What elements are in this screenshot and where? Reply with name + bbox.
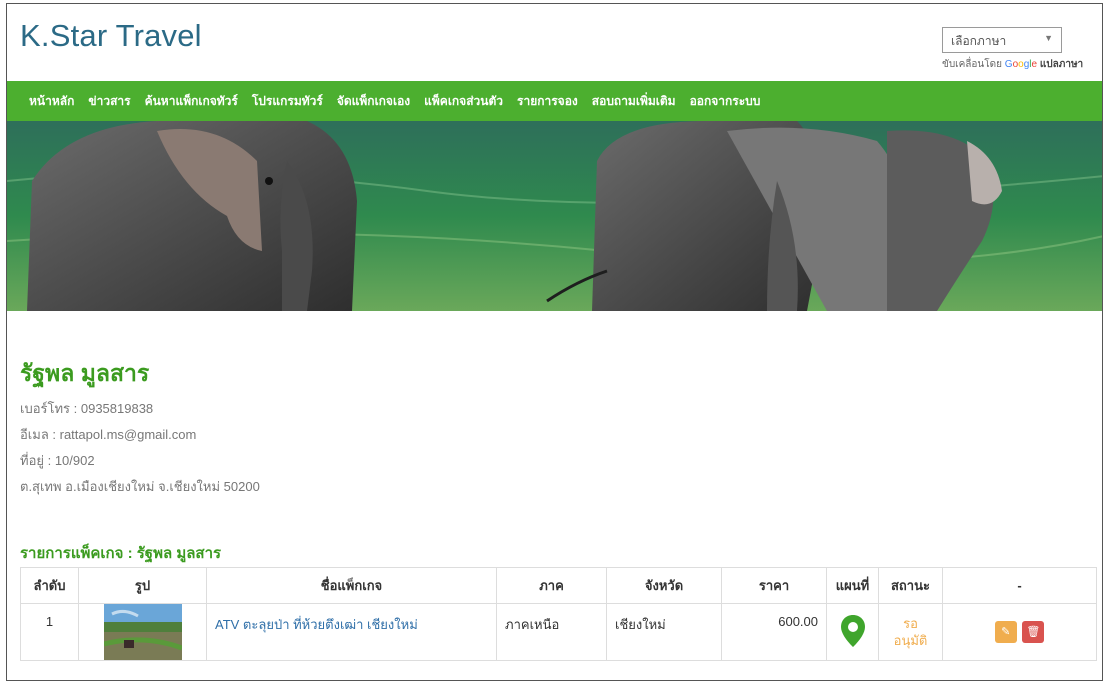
translate-link[interactable]: แปลภาษา — [1040, 59, 1083, 70]
nav-item-news[interactable]: ข่าวสาร — [88, 92, 130, 111]
package-name-link[interactable]: ATV ตะลุยป่า ที่ห้วยตึงเฒ่า เชียงใหม่ — [215, 617, 418, 632]
col-map: แผนที่ — [826, 567, 879, 604]
row-actions: ✎ 🗑 — [942, 603, 1097, 661]
profile-email: อีเมล : rattapol.ms@gmail.com — [20, 427, 197, 442]
header: K.Star Travel เลือกภาษา ▼ ขับเคลื่อนโดย … — [7, 4, 1102, 81]
site-brand[interactable]: K.Star Travel — [20, 18, 202, 54]
nav-item-home[interactable]: หน้าหลัก — [29, 92, 74, 111]
col-status: สถานะ — [878, 567, 943, 604]
trash-icon: 🗑 — [1026, 626, 1041, 638]
nav-item-search-packages[interactable]: ค้นหาแพ็กเกจทัวร์ — [145, 92, 238, 111]
package-thumbnail[interactable] — [103, 604, 182, 660]
col-no: ลำดับ — [20, 567, 79, 604]
hero-banner-elephants — [7, 121, 1102, 311]
edit-icon: ✎ — [1001, 626, 1011, 638]
table-header-row: ลำดับ รูป ชื่อแพ็กเกจ ภาค จังหวัด ราคา แ… — [20, 567, 1097, 604]
powered-by-label: ขับเคลื่อนโดย — [942, 59, 1002, 70]
col-actions: - — [942, 567, 1097, 604]
page-frame: K.Star Travel เลือกภาษา ▼ ขับเคลื่อนโดย … — [6, 3, 1103, 681]
edit-button[interactable]: ✎ — [994, 621, 1017, 643]
nav-item-custom-package[interactable]: จัดแพ็กเกจเอง — [337, 92, 410, 111]
row-status: รอ อนุมัติ — [878, 603, 943, 661]
row-no: 1 — [20, 603, 79, 661]
row-province: เชียงใหม่ — [606, 603, 722, 661]
status-line2: อนุมัติ — [893, 633, 928, 648]
language-select-value: เลือกภาษา — [951, 34, 1007, 48]
main-nav: หน้าหลัก ข่าวสาร ค้นหาแพ็กเกจทัวร์ โปรแก… — [7, 81, 1102, 121]
nav-item-logout[interactable]: ออกจากระบบ — [690, 92, 761, 111]
delete-button[interactable]: 🗑 — [1022, 621, 1045, 643]
col-region: ภาค — [496, 567, 607, 604]
row-price: 600.00 — [721, 603, 827, 661]
nav-item-private-package[interactable]: แพ็คเกจส่วนตัว — [424, 92, 503, 111]
col-province: จังหวัด — [606, 567, 722, 604]
language-select[interactable]: เลือกภาษา ▼ — [942, 27, 1062, 53]
map-pin-icon[interactable] — [840, 614, 866, 651]
nav-item-tour-programs[interactable]: โปรแกรมทัวร์ — [252, 92, 323, 111]
row-package-name-cell: ATV ตะลุยป่า ที่ห้วยตึงเฒ่า เชียงใหม่ — [206, 603, 497, 661]
profile-phone: เบอร์โทร : 0935819838 — [20, 401, 154, 416]
col-price: ราคา — [721, 567, 827, 604]
table-row: 1 ATV ตะลุยป่า ที่ห้วยตึงเฒ่า เชียงใหม่ … — [20, 603, 1097, 661]
row-region: ภาคเหนือ — [496, 603, 607, 661]
nav-item-inquiry[interactable]: สอบถามเพิ่มเติม — [592, 92, 676, 111]
nav-item-bookings[interactable]: รายการจอง — [517, 92, 578, 111]
elephants-illustration — [7, 121, 1102, 311]
chevron-down-icon: ▼ — [1044, 33, 1053, 43]
profile-address-detail: ต.สุเทพ อ.เมืองเชียงใหม่ จ.เชียงใหม่ 502… — [20, 479, 260, 494]
status-line1: รอ — [903, 616, 918, 631]
row-map-cell — [826, 603, 879, 661]
row-image-cell — [78, 603, 207, 661]
packages-section-title: รายการแพ็คเกจ : รัฐพล มูลสาร — [20, 545, 222, 562]
profile-name: รัฐพล มูลสาร — [20, 360, 150, 386]
col-package-name: ชื่อแพ็กเกจ — [206, 567, 497, 604]
google-translate-credit: ขับเคลื่อนโดย Google แปลภาษา — [942, 57, 1083, 72]
col-image: รูป — [78, 567, 207, 604]
packages-table: ลำดับ รูป ชื่อแพ็กเกจ ภาค จังหวัด ราคา แ… — [20, 567, 1097, 661]
profile-address: ที่อยู่ : 10/902 — [20, 453, 95, 468]
google-logo-text: Google — [1004, 59, 1038, 70]
